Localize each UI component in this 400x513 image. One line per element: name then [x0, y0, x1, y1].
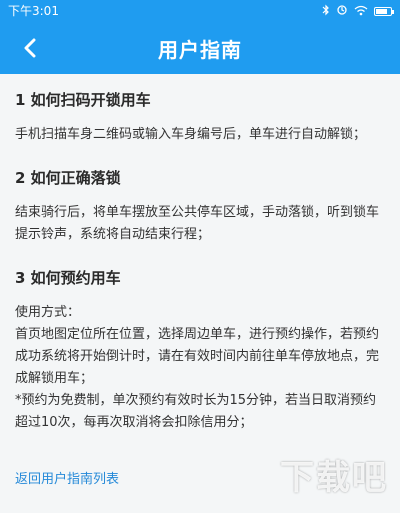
- section-body: 结束骑行后，将单车摆放至公共停车区域，手动落锁，听到锁车提示铃声，系统将自动结束…: [15, 205, 380, 242]
- back-to-guide-list-link[interactable]: 返回用户指南列表: [15, 470, 119, 490]
- page-title: 用户指南: [158, 38, 242, 62]
- section-title: 1 如何扫码开锁用车: [15, 91, 151, 109]
- guide-content: 1 如何扫码开锁用车 手机扫描车身二维码或输入车身编号后，单车进行自动解锁； 2…: [0, 74, 400, 513]
- status-bar: 下午3:01: [0, 0, 400, 22]
- nav-bar: 用户指南: [0, 22, 400, 74]
- section-lock: 2 如何正确落锁 结束骑行后，将单车摆放至公共停车区域，手动落锁，听到锁车提示铃…: [15, 168, 385, 246]
- sync-icon: [336, 4, 348, 18]
- section-body-steps: 首页地图定位所在位置，选择周边单车，进行预约操作，若预约成功系统将开始倒计时，请…: [15, 327, 380, 386]
- wifi-icon: [354, 5, 368, 18]
- status-time: 下午3:01: [8, 4, 59, 18]
- section-title: 3 如何预约用车: [15, 269, 121, 287]
- section-body-note: *预约为免费制，单次预约有效时长为15分钟，若当日取消预约超过10次，每再次取消…: [15, 393, 377, 430]
- battery-level: [376, 8, 387, 14]
- bluetooth-icon: [322, 4, 330, 18]
- section-scan-unlock: 1 如何扫码开锁用车 手机扫描车身二维码或输入车身编号后，单车进行自动解锁；: [15, 90, 385, 146]
- section-body: 手机扫描车身二维码或输入车身编号后，单车进行自动解锁；: [15, 127, 367, 142]
- section-title: 2 如何正确落锁: [15, 169, 121, 187]
- battery-icon: [374, 6, 394, 16]
- section-reserve: 3 如何预约用车 使用方式： 首页地图定位所在位置，选择周边单车，进行预约操作，…: [15, 268, 385, 434]
- section-body-usage-label: 使用方式：: [15, 305, 81, 320]
- status-icons: [322, 0, 394, 22]
